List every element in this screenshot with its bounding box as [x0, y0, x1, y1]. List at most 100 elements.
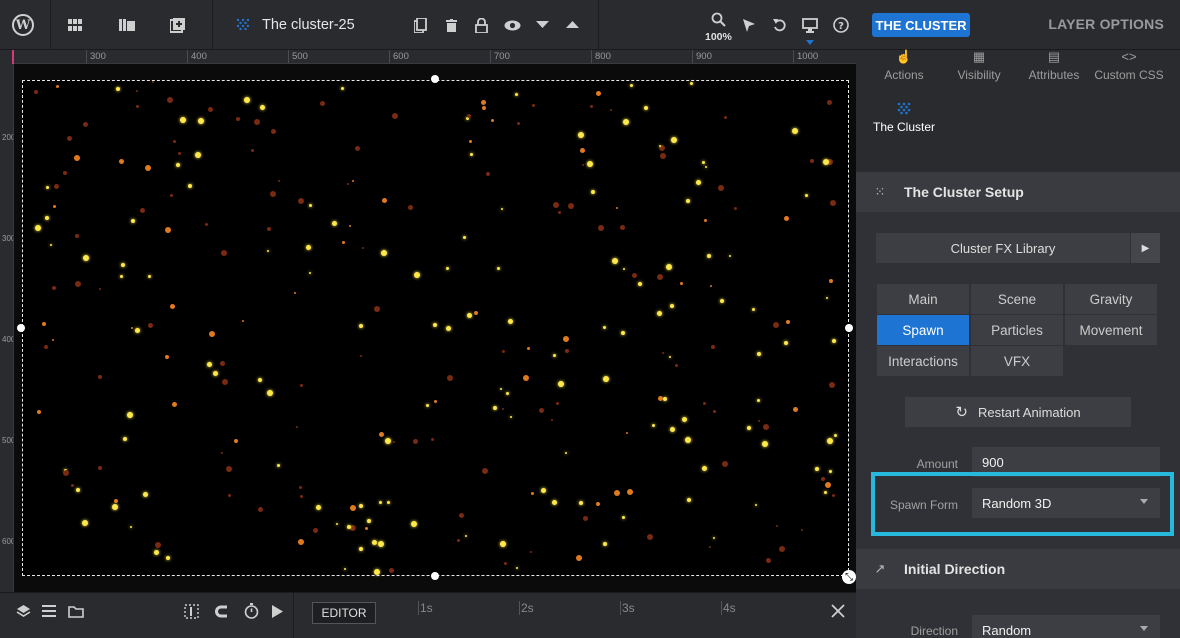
segment-main[interactable]: Main [877, 284, 969, 314]
particle [76, 488, 80, 492]
cluster-fx-library-button[interactable]: Cluster FX Library [876, 233, 1130, 263]
particle [829, 470, 832, 473]
particle [705, 166, 707, 168]
add-slide-button[interactable] [170, 0, 185, 50]
code-icon: <> [1121, 49, 1137, 64]
help-icon: ? [833, 17, 849, 33]
restart-animation-button[interactable]: ↻ Restart Animation [905, 397, 1131, 427]
particle [389, 568, 394, 573]
particle [762, 441, 768, 447]
particle [155, 542, 161, 548]
particle [166, 556, 170, 560]
particle [758, 420, 760, 422]
slides-grid-button[interactable] [68, 0, 82, 50]
folder-button[interactable] [68, 593, 84, 629]
resize-handle-bottom[interactable] [431, 572, 439, 580]
list-button[interactable] [42, 593, 56, 629]
direction-select[interactable]: Random [972, 615, 1160, 638]
library-button[interactable] [119, 0, 135, 50]
particle [244, 97, 250, 103]
particle [827, 438, 833, 444]
segment-interactions[interactable]: Interactions [877, 346, 969, 376]
particle [829, 279, 833, 283]
particle [459, 513, 464, 518]
spawn-form-select[interactable]: Random 3D [972, 488, 1160, 518]
particle [793, 407, 798, 412]
segment-scene[interactable]: Scene [971, 284, 1063, 314]
particle [669, 356, 671, 358]
particle [467, 114, 471, 118]
particle [34, 90, 38, 94]
layers-button[interactable] [16, 593, 31, 629]
layer-options-tab[interactable]: LAYER OPTIONS [1048, 16, 1164, 32]
segment-spawn[interactable]: Spawn [877, 315, 969, 345]
editor-button[interactable]: EDITOR [312, 602, 376, 624]
particle [342, 241, 345, 244]
particle [209, 331, 215, 337]
particle [336, 523, 338, 525]
segment-particles[interactable]: Particles [971, 315, 1063, 345]
particle [502, 408, 504, 410]
tab-custom-css[interactable]: <> Custom CSS [1091, 49, 1167, 83]
particle [504, 562, 507, 565]
pointer-button[interactable] [742, 0, 756, 50]
particle [374, 569, 380, 575]
particle [720, 299, 724, 303]
tab-attributes[interactable]: ▤ Attributes [1016, 50, 1092, 83]
particle [320, 101, 325, 106]
particle [724, 116, 727, 119]
timer-button[interactable] [244, 593, 259, 629]
particle [222, 379, 228, 385]
undo-button[interactable] [773, 0, 787, 50]
segment-movement[interactable]: Movement [1065, 315, 1157, 345]
particle [687, 498, 691, 502]
delete-button[interactable] [446, 0, 457, 50]
particle [662, 352, 664, 354]
spawn-form-value: Random 3D [982, 495, 1052, 511]
snap-button[interactable] [184, 593, 199, 629]
close-timeline-button[interactable] [831, 593, 845, 629]
chevron-up-icon [566, 21, 579, 28]
segment-vfx[interactable]: VFX [971, 346, 1063, 376]
particle [296, 426, 298, 428]
particle [130, 526, 132, 528]
move-up-button[interactable] [566, 0, 579, 50]
segment-gravity[interactable]: Gravity [1065, 284, 1157, 314]
particle [267, 250, 269, 252]
resize-corner-icon[interactable]: ⤡ [842, 570, 856, 584]
resize-handle-left[interactable] [17, 324, 25, 332]
move-down-button[interactable] [536, 0, 549, 50]
particle [493, 406, 497, 410]
particle [170, 194, 173, 197]
duplicate-button[interactable] [414, 0, 427, 50]
particle [332, 221, 337, 226]
ruler-label: 900 [696, 51, 712, 62]
particle [786, 320, 790, 324]
lock-button[interactable] [475, 0, 488, 50]
tab-visibility[interactable]: ▦ Visibility [941, 50, 1017, 83]
particle [52, 339, 54, 341]
particle [367, 519, 371, 523]
particle [603, 542, 607, 546]
wordpress-button[interactable]: W [12, 0, 34, 50]
particle [552, 500, 557, 505]
particle [267, 227, 271, 231]
resize-handle-top[interactable] [431, 75, 439, 83]
cluster-setup-header[interactable]: ⁙ The Cluster Setup [856, 172, 1180, 212]
cluster-stage[interactable] [22, 80, 849, 576]
pointer-icon [743, 18, 755, 32]
magnet-button[interactable] [214, 593, 229, 629]
amount-input[interactable]: 900 [972, 447, 1160, 477]
particle [539, 408, 544, 413]
play-button[interactable] [272, 593, 283, 629]
lock-icon [475, 17, 488, 33]
help-button[interactable]: ? [833, 0, 849, 50]
resize-handle-right[interactable] [845, 324, 853, 332]
initial-direction-header[interactable]: ↗ Initial Direction [856, 549, 1180, 589]
visibility-button[interactable] [504, 0, 521, 50]
the-cluster-button[interactable]: THE CLUSTER [872, 13, 970, 37]
tab-the-cluster[interactable]: The Cluster [866, 102, 942, 134]
tab-actions[interactable]: ☝ Actions [866, 50, 942, 83]
ruler-label: 600 [2, 537, 13, 546]
library-arrow-button[interactable]: ▶ [1130, 233, 1160, 263]
